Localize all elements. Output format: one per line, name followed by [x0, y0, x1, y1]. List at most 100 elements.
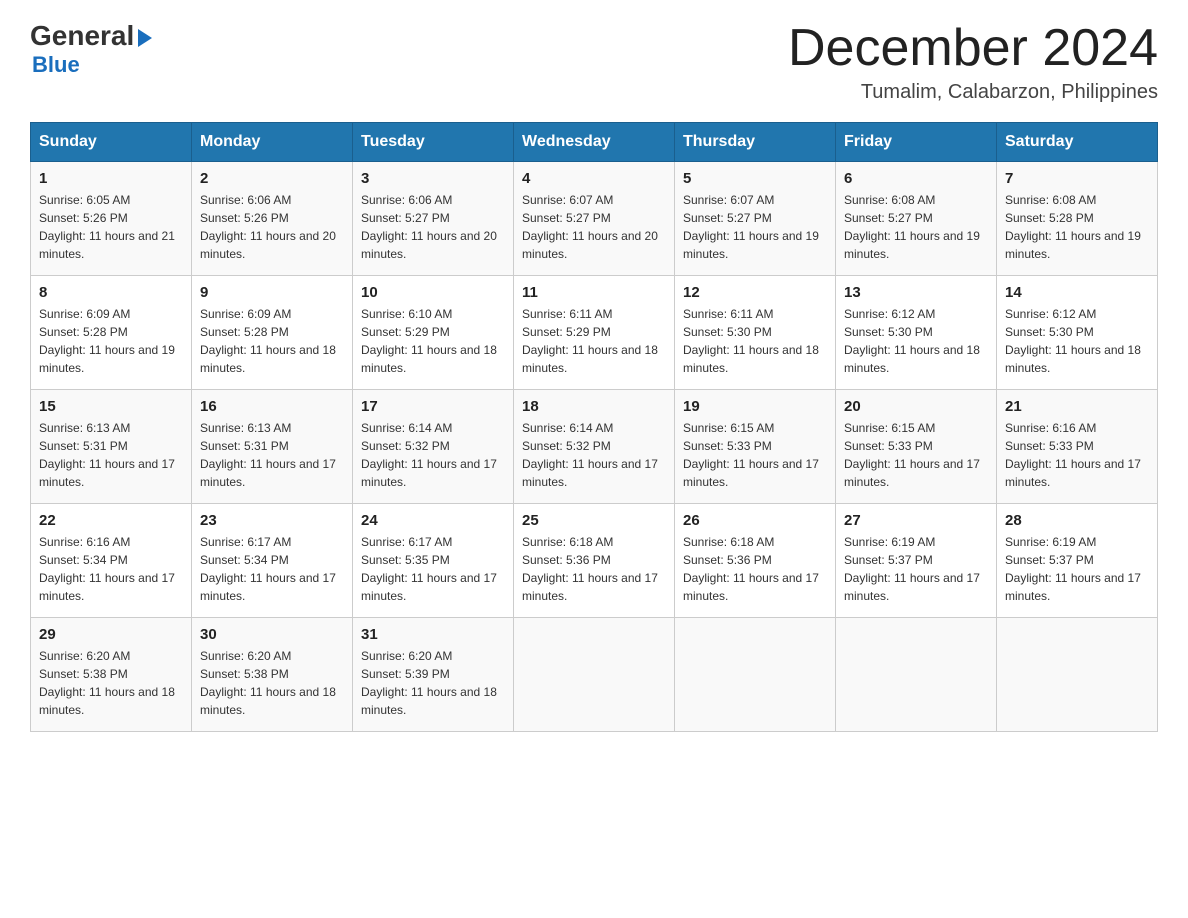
- calendar-cell: 12 Sunrise: 6:11 AMSunset: 5:30 PMDayligh…: [675, 276, 836, 390]
- calendar-cell: 17 Sunrise: 6:14 AMSunset: 5:32 PMDayligh…: [353, 390, 514, 504]
- day-number: 17: [361, 398, 505, 415]
- day-number: 8: [39, 284, 183, 301]
- calendar-cell: 27 Sunrise: 6:19 AMSunset: 5:37 PMDayligh…: [836, 504, 997, 618]
- day-info: Sunrise: 6:12 AMSunset: 5:30 PMDaylight:…: [1005, 305, 1149, 377]
- calendar-week-3: 15 Sunrise: 6:13 AMSunset: 5:31 PMDayligh…: [31, 390, 1158, 504]
- calendar-week-5: 29 Sunrise: 6:20 AMSunset: 5:38 PMDayligh…: [31, 618, 1158, 732]
- day-info: Sunrise: 6:16 AMSunset: 5:33 PMDaylight:…: [1005, 419, 1149, 491]
- calendar-cell: 6 Sunrise: 6:08 AMSunset: 5:27 PMDaylight…: [836, 162, 997, 276]
- calendar-cell: [997, 618, 1158, 732]
- day-info: Sunrise: 6:15 AMSunset: 5:33 PMDaylight:…: [683, 419, 827, 491]
- day-info: Sunrise: 6:10 AMSunset: 5:29 PMDaylight:…: [361, 305, 505, 377]
- day-number: 10: [361, 284, 505, 301]
- location-subtitle: Tumalim, Calabarzon, Philippines: [788, 81, 1158, 104]
- day-number: 26: [683, 512, 827, 529]
- day-info: Sunrise: 6:09 AMSunset: 5:28 PMDaylight:…: [39, 305, 183, 377]
- day-number: 30: [200, 626, 344, 643]
- day-number: 3: [361, 170, 505, 187]
- calendar-cell: 13Sunrise: 6:12 AMSunset: 5:30 PMDayligh…: [836, 276, 997, 390]
- calendar-cell: 4 Sunrise: 6:07 AMSunset: 5:27 PMDaylight…: [514, 162, 675, 276]
- day-info: Sunrise: 6:19 AMSunset: 5:37 PMDaylight:…: [844, 533, 988, 605]
- calendar-cell: 23Sunrise: 6:17 AMSunset: 5:34 PMDayligh…: [192, 504, 353, 618]
- day-info: Sunrise: 6:06 AMSunset: 5:27 PMDaylight:…: [361, 191, 505, 263]
- day-number: 24: [361, 512, 505, 529]
- day-number: 31: [361, 626, 505, 643]
- day-number: 21: [1005, 398, 1149, 415]
- day-number: 27: [844, 512, 988, 529]
- day-number: 7: [1005, 170, 1149, 187]
- day-number: 12: [683, 284, 827, 301]
- day-number: 1: [39, 170, 183, 187]
- day-number: 16: [200, 398, 344, 415]
- calendar-table: SundayMondayTuesdayWednesdayThursdayFrid…: [30, 122, 1158, 732]
- day-info: Sunrise: 6:16 AMSunset: 5:34 PMDaylight:…: [39, 533, 183, 605]
- day-number: 19: [683, 398, 827, 415]
- calendar-cell: 3 Sunrise: 6:06 AMSunset: 5:27 PMDaylight…: [353, 162, 514, 276]
- calendar-cell: 2 Sunrise: 6:06 AMSunset: 5:26 PMDaylight…: [192, 162, 353, 276]
- logo-blue-text: Blue: [32, 52, 80, 77]
- day-info: Sunrise: 6:13 AMSunset: 5:31 PMDaylight:…: [200, 419, 344, 491]
- day-info: Sunrise: 6:20 AMSunset: 5:38 PMDaylight:…: [200, 647, 344, 719]
- calendar-week-1: 1 Sunrise: 6:05 AMSunset: 5:26 PMDaylight…: [31, 162, 1158, 276]
- header-tuesday: Tuesday: [353, 123, 514, 162]
- calendar-week-4: 22 Sunrise: 6:16 AMSunset: 5:34 PMDayligh…: [31, 504, 1158, 618]
- calendar-cell: 28 Sunrise: 6:19 AMSunset: 5:37 PMDayligh…: [997, 504, 1158, 618]
- day-number: 25: [522, 512, 666, 529]
- calendar-cell: 30 Sunrise: 6:20 AMSunset: 5:38 PMDayligh…: [192, 618, 353, 732]
- calendar-cell: 11 Sunrise: 6:11 AMSunset: 5:29 PMDayligh…: [514, 276, 675, 390]
- day-number: 2: [200, 170, 344, 187]
- day-info: Sunrise: 6:06 AMSunset: 5:26 PMDaylight:…: [200, 191, 344, 263]
- logo-general-text: General: [30, 20, 134, 52]
- day-number: 11: [522, 284, 666, 301]
- day-info: Sunrise: 6:11 AMSunset: 5:30 PMDaylight:…: [683, 305, 827, 377]
- day-info: Sunrise: 6:13 AMSunset: 5:31 PMDaylight:…: [39, 419, 183, 491]
- header-thursday: Thursday: [675, 123, 836, 162]
- calendar-cell: [514, 618, 675, 732]
- calendar-cell: 9 Sunrise: 6:09 AMSunset: 5:28 PMDaylight…: [192, 276, 353, 390]
- day-number: 15: [39, 398, 183, 415]
- day-info: Sunrise: 6:11 AMSunset: 5:29 PMDaylight:…: [522, 305, 666, 377]
- day-info: Sunrise: 6:17 AMSunset: 5:35 PMDaylight:…: [361, 533, 505, 605]
- calendar-week-2: 8 Sunrise: 6:09 AMSunset: 5:28 PMDaylight…: [31, 276, 1158, 390]
- day-number: 22: [39, 512, 183, 529]
- day-info: Sunrise: 6:08 AMSunset: 5:27 PMDaylight:…: [844, 191, 988, 263]
- calendar-cell: 31 Sunrise: 6:20 AMSunset: 5:39 PMDayligh…: [353, 618, 514, 732]
- day-number: 6: [844, 170, 988, 187]
- header-saturday: Saturday: [997, 123, 1158, 162]
- calendar-cell: 5Sunrise: 6:07 AMSunset: 5:27 PMDaylight…: [675, 162, 836, 276]
- day-info: Sunrise: 6:14 AMSunset: 5:32 PMDaylight:…: [522, 419, 666, 491]
- header-friday: Friday: [836, 123, 997, 162]
- calendar-cell: 14 Sunrise: 6:12 AMSunset: 5:30 PMDayligh…: [997, 276, 1158, 390]
- day-info: Sunrise: 6:08 AMSunset: 5:28 PMDaylight:…: [1005, 191, 1149, 263]
- calendar-cell: 16 Sunrise: 6:13 AMSunset: 5:31 PMDayligh…: [192, 390, 353, 504]
- logo-arrow-icon: [138, 29, 152, 47]
- day-info: Sunrise: 6:19 AMSunset: 5:37 PMDaylight:…: [1005, 533, 1149, 605]
- day-info: Sunrise: 6:18 AMSunset: 5:36 PMDaylight:…: [683, 533, 827, 605]
- calendar-cell: 18Sunrise: 6:14 AMSunset: 5:32 PMDayligh…: [514, 390, 675, 504]
- day-number: 4: [522, 170, 666, 187]
- title-section: December 2024 Tumalim, Calabarzon, Phili…: [788, 20, 1158, 104]
- calendar-header-row: SundayMondayTuesdayWednesdayThursdayFrid…: [31, 123, 1158, 162]
- calendar-cell: 24 Sunrise: 6:17 AMSunset: 5:35 PMDayligh…: [353, 504, 514, 618]
- day-number: 9: [200, 284, 344, 301]
- day-info: Sunrise: 6:09 AMSunset: 5:28 PMDaylight:…: [200, 305, 344, 377]
- calendar-cell: 19 Sunrise: 6:15 AMSunset: 5:33 PMDayligh…: [675, 390, 836, 504]
- day-info: Sunrise: 6:05 AMSunset: 5:26 PMDaylight:…: [39, 191, 183, 263]
- day-info: Sunrise: 6:15 AMSunset: 5:33 PMDaylight:…: [844, 419, 988, 491]
- calendar-cell: [675, 618, 836, 732]
- calendar-cell: 7 Sunrise: 6:08 AMSunset: 5:28 PMDaylight…: [997, 162, 1158, 276]
- calendar-cell: 8 Sunrise: 6:09 AMSunset: 5:28 PMDaylight…: [31, 276, 192, 390]
- day-number: 5: [683, 170, 827, 187]
- logo: General Blue: [30, 20, 152, 78]
- calendar-cell: 29 Sunrise: 6:20 AMSunset: 5:38 PMDayligh…: [31, 618, 192, 732]
- day-number: 29: [39, 626, 183, 643]
- day-info: Sunrise: 6:20 AMSunset: 5:38 PMDaylight:…: [39, 647, 183, 719]
- day-number: 28: [1005, 512, 1149, 529]
- day-info: Sunrise: 6:14 AMSunset: 5:32 PMDaylight:…: [361, 419, 505, 491]
- day-number: 14: [1005, 284, 1149, 301]
- header-wednesday: Wednesday: [514, 123, 675, 162]
- page-header: General Blue December 2024 Tumalim, Cala…: [30, 20, 1158, 104]
- day-info: Sunrise: 6:07 AMSunset: 5:27 PMDaylight:…: [522, 191, 666, 263]
- day-number: 23: [200, 512, 344, 529]
- day-info: Sunrise: 6:20 AMSunset: 5:39 PMDaylight:…: [361, 647, 505, 719]
